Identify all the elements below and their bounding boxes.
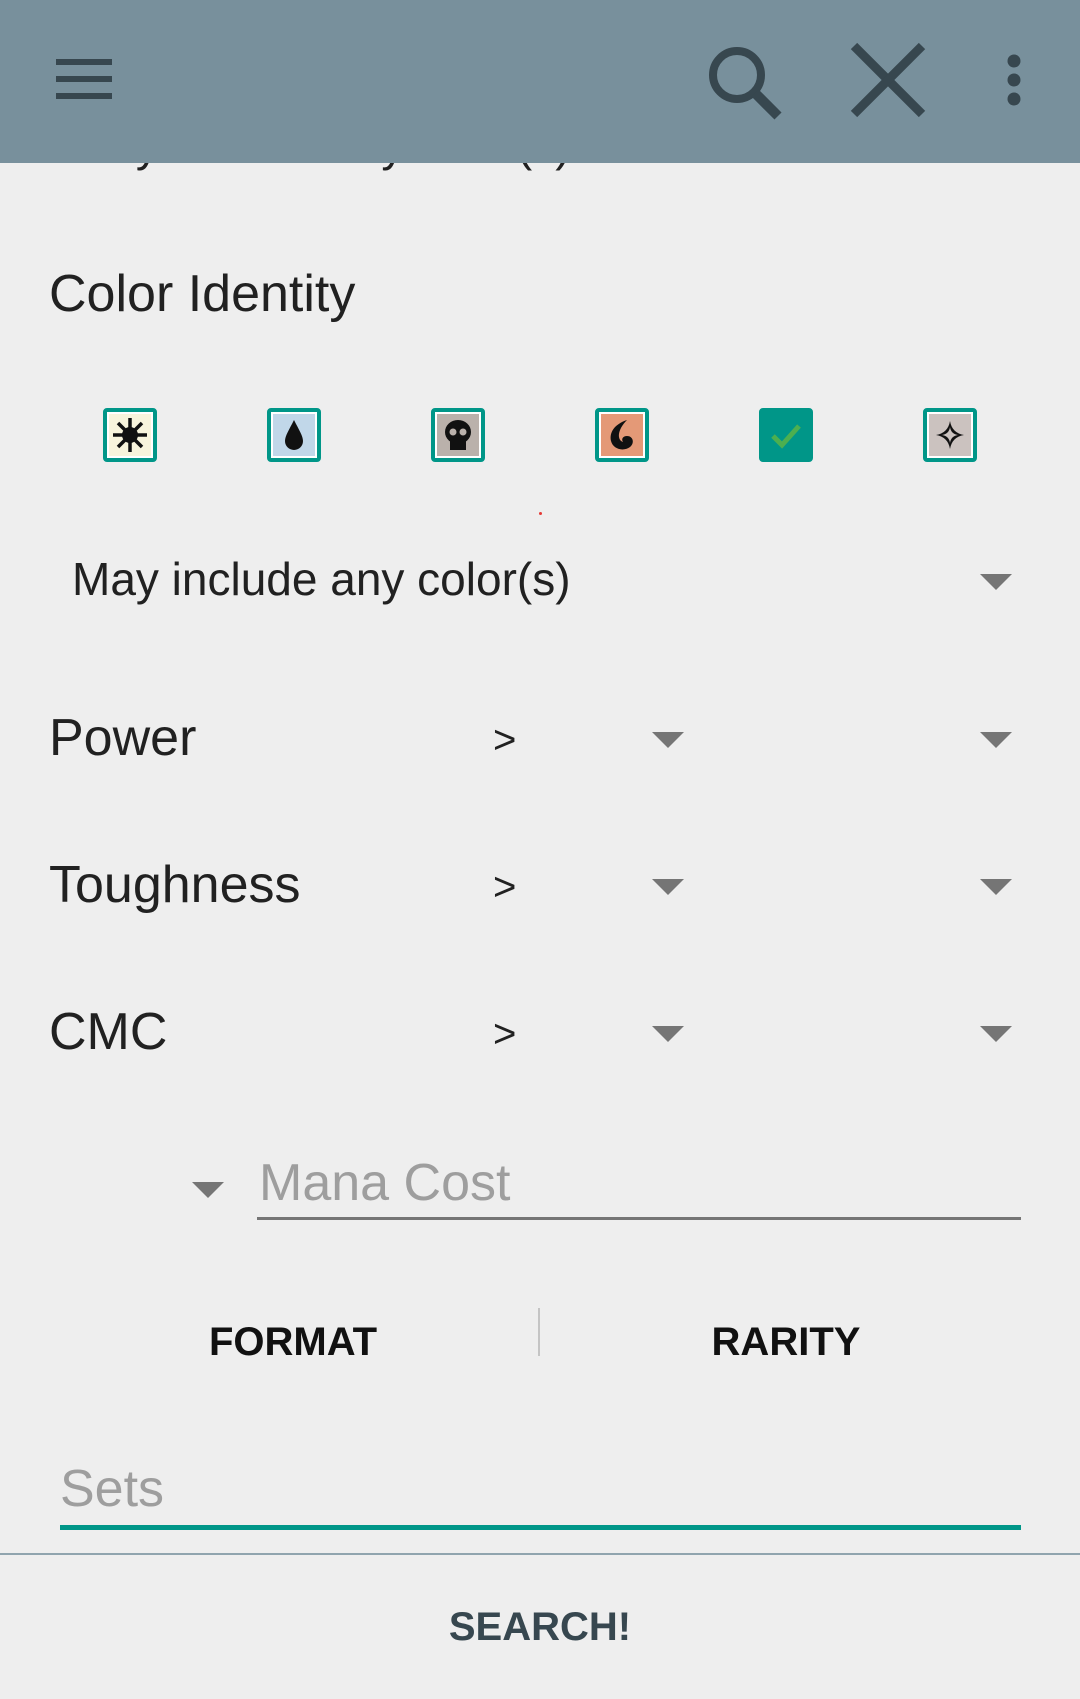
blue-mana-icon [273, 414, 315, 456]
app-bar [0, 0, 1080, 163]
chevron-down-icon[interactable] [192, 1182, 224, 1198]
hamburger-menu-icon[interactable] [40, 44, 130, 114]
rarity-button[interactable]: RARITY [636, 1307, 936, 1377]
red-mana-checkbox[interactable] [595, 408, 649, 462]
tab-divider [538, 1308, 540, 1356]
white-mana-checkbox[interactable] [103, 408, 157, 462]
chevron-down-icon[interactable] [652, 1026, 684, 1042]
chevron-down-icon[interactable] [652, 879, 684, 895]
cmc-label: CMC [49, 1003, 168, 1061]
chevron-down-icon[interactable] [980, 732, 1012, 748]
white-mana-icon [109, 414, 151, 456]
chevron-down-icon[interactable] [980, 574, 1012, 590]
green-mana-checkbox[interactable] [759, 408, 813, 462]
sets-input[interactable] [60, 1452, 1021, 1530]
blue-mana-checkbox[interactable] [267, 408, 321, 462]
checkmark-icon [771, 424, 801, 449]
colorless-mana-icon [929, 414, 971, 456]
chevron-down-icon[interactable] [980, 879, 1012, 895]
mana-cost-input[interactable] [257, 1148, 1021, 1220]
search-button[interactable]: SEARCH! [0, 1555, 1080, 1699]
format-button[interactable]: FORMAT [143, 1307, 443, 1377]
toughness-label: Toughness [49, 856, 301, 914]
more-vert-icon[interactable] [990, 48, 1040, 118]
power-label: Power [49, 709, 197, 767]
close-icon[interactable] [842, 38, 932, 128]
power-operator-value: > [493, 718, 517, 762]
color-identity-label: Color Identity [49, 265, 356, 323]
search-icon[interactable] [700, 38, 790, 128]
chevron-down-icon[interactable] [980, 1026, 1012, 1042]
black-mana-checkbox[interactable] [431, 408, 485, 462]
toughness-operator-value: > [493, 865, 517, 909]
red-mana-icon [601, 414, 643, 456]
chevron-down-icon[interactable] [652, 732, 684, 748]
color-identity-mode-text: May include any color(s) [72, 553, 571, 605]
colorless-mana-checkbox[interactable] [923, 408, 977, 462]
focus-indicator-dot [539, 512, 542, 515]
cmc-operator-value: > [493, 1012, 517, 1056]
black-mana-icon [437, 414, 479, 456]
